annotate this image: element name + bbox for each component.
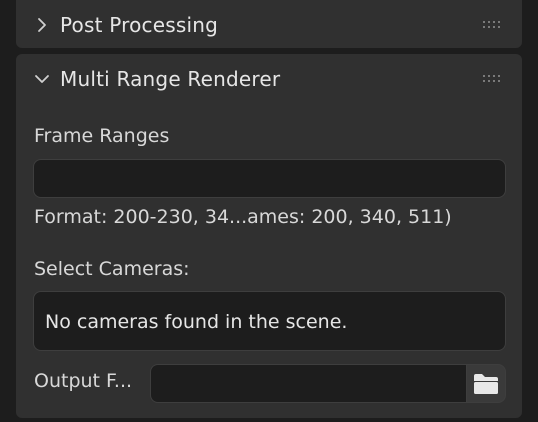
chevron-down-icon[interactable] — [32, 69, 52, 89]
format-hint: Format: 200-230, 34...ames: 200, 340, 51… — [34, 206, 452, 228]
drag-handle-icon[interactable] — [482, 74, 504, 84]
frame-ranges-label: Frame Ranges — [34, 125, 170, 147]
properties-editor: Post Processing Multi Range Renderer Fra… — [0, 0, 538, 422]
frame-ranges-input[interactable] — [33, 159, 506, 198]
post-processing-title: Post Processing — [60, 13, 218, 37]
drag-handle-icon[interactable] — [482, 20, 504, 30]
multi-range-renderer-header[interactable]: Multi Range Renderer — [16, 60, 522, 98]
post-processing-header[interactable]: Post Processing — [16, 6, 522, 44]
chevron-right-icon[interactable] — [32, 15, 52, 35]
folder-icon — [473, 373, 499, 395]
browse-folder-button[interactable] — [466, 364, 506, 403]
output-folder-label: Output F... — [34, 370, 133, 392]
no-cameras-message: No cameras found in the scene. — [45, 311, 348, 333]
output-folder-input[interactable] — [150, 364, 467, 403]
cameras-list-box: No cameras found in the scene. — [33, 291, 506, 351]
post-processing-panel: Post Processing — [16, 0, 522, 48]
select-cameras-label: Select Cameras: — [34, 258, 190, 280]
multi-range-renderer-title: Multi Range Renderer — [60, 67, 281, 91]
